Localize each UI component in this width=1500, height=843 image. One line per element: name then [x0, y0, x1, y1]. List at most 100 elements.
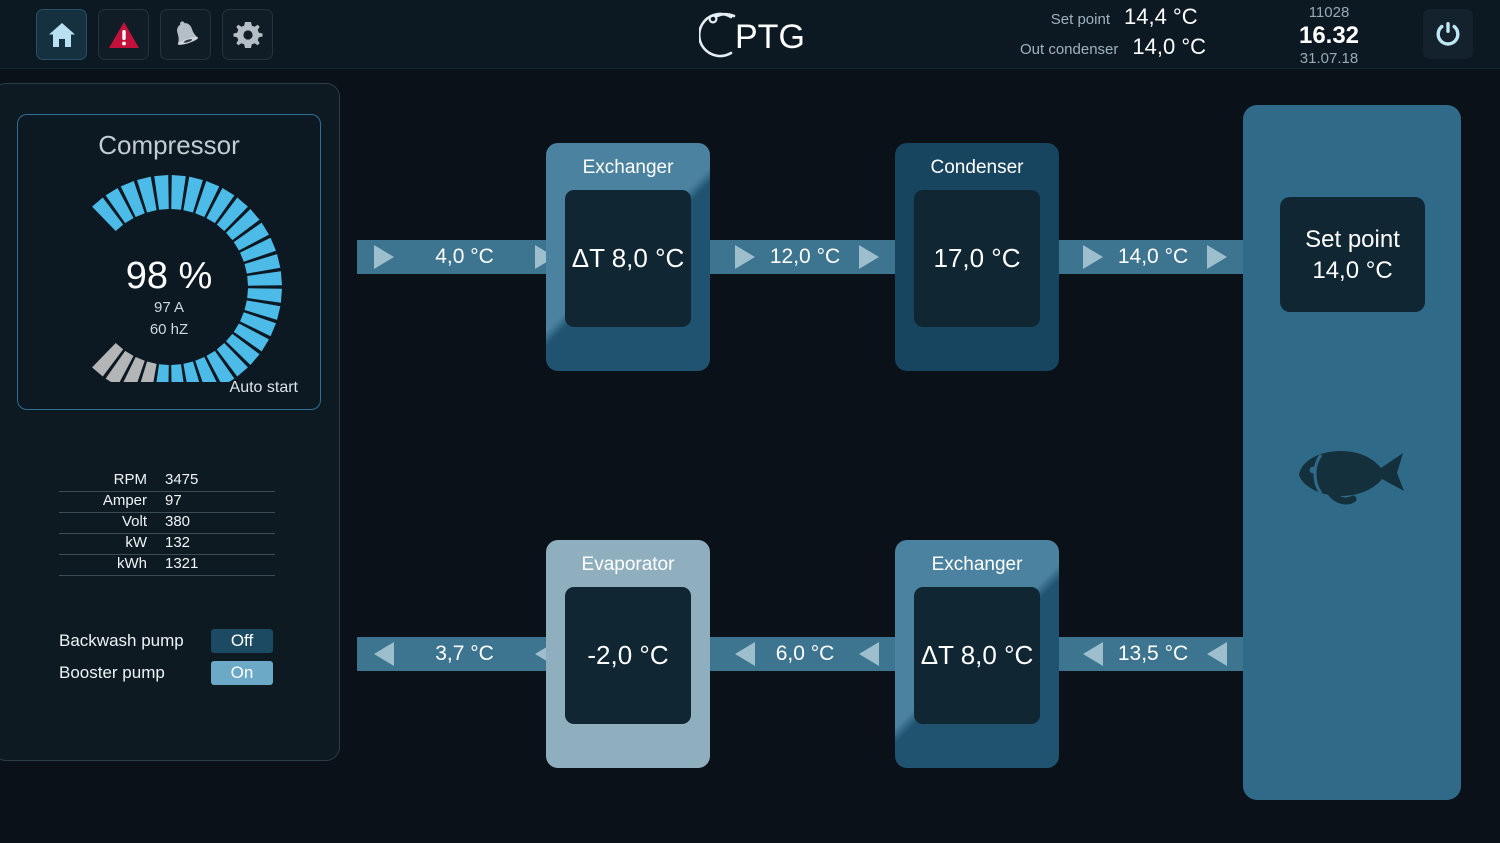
block-inner-readout: 17,0 °C — [914, 190, 1040, 327]
spec-key: kW — [125, 534, 147, 551]
reading-row: Set point 14,4 °C — [1020, 4, 1210, 34]
clock-date: 31.07.18 — [1299, 50, 1359, 67]
pipe-value: 3,7 °C — [435, 642, 494, 665]
pipe-value: 13,5 °C — [1117, 642, 1189, 665]
clock-display: 11028 16.32 31.07.18 — [1280, 3, 1378, 68]
block-exchanger-bottom[interactable]: Exchanger ΔT 8,0 °C — [895, 540, 1059, 768]
fish-icon — [1299, 451, 1404, 505]
spec-row: Amper 97 — [59, 492, 275, 513]
gauge-segment — [171, 364, 184, 382]
block-title: Condenser — [930, 157, 1024, 178]
svg-text:PTG: PTG — [735, 18, 805, 56]
flow-arrow-right-icon — [735, 245, 755, 269]
reading-row: Out condenser 14,0 °C — [1020, 34, 1210, 64]
home-icon — [48, 22, 75, 47]
block-title: Exchanger — [931, 554, 1023, 575]
gauge-segment — [154, 175, 169, 210]
power-icon — [1436, 22, 1460, 46]
clock-time: 16.32 — [1298, 22, 1360, 49]
pipe-value: 12,0 °C — [769, 245, 841, 268]
spec-value: 97 — [165, 492, 182, 509]
app-header: PTG Set point 14,4 °C Out condenser 14,0… — [0, 0, 1500, 69]
notifications-button[interactable] — [160, 9, 211, 60]
out-condenser-reading-value: 14,0 °C — [1132, 34, 1207, 59]
flow-arrow-right-icon — [1207, 245, 1227, 269]
run-hours-counter: 11028 — [1308, 4, 1350, 21]
spec-row: kWh 1321 — [59, 555, 275, 576]
block-title: Evaporator — [581, 554, 675, 575]
auto-start-label: Auto start — [229, 379, 298, 396]
compressor-sidebar: Compressor 98 % 97 A 60 hZ Auto start RP… — [0, 83, 340, 761]
pump-label: Backwash pump — [59, 631, 184, 650]
pump-row: Booster pump On — [59, 660, 289, 686]
spec-row: kW 132 — [59, 534, 275, 555]
pump-toggle[interactable]: On — [211, 661, 273, 685]
spec-key: kWh — [117, 555, 147, 572]
pump-label: Booster pump — [59, 663, 165, 682]
alarm-button[interactable] — [98, 9, 149, 60]
tank-setpoint-box[interactable]: Set point 14,0 °C — [1280, 197, 1425, 312]
spec-value: 380 — [165, 513, 191, 530]
pump-row: Backwash pump Off — [59, 628, 289, 654]
flow-arrow-left-icon — [374, 642, 394, 666]
pipe-top-1: 4,0 °C — [357, 240, 572, 274]
settings-button[interactable] — [222, 9, 273, 60]
gauge-amper: 97 A — [153, 299, 185, 316]
block-title: Exchanger — [582, 157, 674, 178]
pipe-value: 4,0 °C — [435, 245, 494, 268]
setpoint-reading-value: 14,4 °C — [1124, 4, 1198, 29]
pipe-top-3: 14,0 °C — [1053, 240, 1253, 274]
spec-value: 1321 — [165, 555, 199, 572]
header-icon-group — [36, 9, 273, 60]
pipe-value: 6,0 °C — [775, 642, 835, 665]
flow-arrow-right-icon — [1083, 245, 1103, 269]
flow-arrow-right-icon — [859, 245, 879, 269]
pipe-top-2: 12,0 °C — [705, 240, 905, 274]
flow-arrow-left-icon — [859, 642, 879, 666]
fish-tank[interactable]: Set point 14,0 °C — [1243, 105, 1461, 800]
flow-arrow-left-icon — [1083, 642, 1103, 666]
spec-key: RPM — [113, 471, 147, 488]
gauge-percent: 98 % — [125, 255, 213, 297]
pipe-bottom-2: 6,0 °C — [705, 637, 905, 671]
block-value: -2,0 °C — [587, 640, 669, 670]
pump-toggle[interactable]: Off — [211, 629, 273, 653]
power-button[interactable] — [1423, 9, 1473, 59]
spec-key: Volt — [121, 513, 147, 530]
block-value: ΔT 8,0 °C — [571, 243, 685, 273]
tank-setpoint-value: 14,0 °C — [1312, 256, 1393, 284]
compressor-gauge-card[interactable]: Compressor 98 % 97 A 60 hZ Auto start — [17, 114, 321, 410]
block-evaporator[interactable]: Evaporator -2,0 °C — [546, 540, 710, 768]
spec-row: RPM 3475 — [59, 471, 275, 492]
pump-controls: Backwash pump Off Booster pump On — [59, 628, 289, 692]
compressor-spec-table: RPM 3475 Amper 97 Volt 380 kW 132 kWh 1321 — [59, 471, 275, 576]
spec-value: 3475 — [165, 471, 199, 488]
gauge-segment — [171, 175, 186, 210]
flow-arrow-left-icon — [1207, 642, 1227, 666]
ptg-logo: PTG — [697, 8, 809, 62]
block-inner-readout: ΔT 8,0 °C — [565, 190, 691, 327]
gear-icon — [233, 21, 262, 48]
pipe-value: 14,0 °C — [1117, 245, 1189, 268]
setpoint-reading-label: Set point — [1050, 11, 1110, 28]
spec-row: Volt 380 — [59, 513, 275, 534]
gauge-segment — [156, 364, 169, 382]
gauge-frequency: 60 hZ — [149, 321, 189, 338]
block-condenser[interactable]: Condenser 17,0 °C — [895, 143, 1059, 371]
block-exchanger-top[interactable]: Exchanger ΔT 8,0 °C — [546, 143, 710, 371]
flow-arrow-left-icon — [735, 642, 755, 666]
block-inner-readout: ΔT 8,0 °C — [914, 587, 1040, 724]
home-button[interactable] — [36, 9, 87, 60]
pipe-bottom-3: 13,5 °C — [1053, 637, 1253, 671]
ptg-logo-icon: PTG — [697, 12, 805, 58]
alarm-warning-icon — [108, 21, 139, 48]
gauge-center-readout: 98 % 97 A 60 hZ — [18, 255, 320, 341]
spec-value: 132 — [165, 534, 191, 551]
block-inner-readout: -2,0 °C — [565, 587, 691, 724]
out-condenser-reading-label: Out condenser — [1020, 41, 1119, 58]
bell-icon — [176, 20, 198, 45]
pipe-bottom-1: 3,7 °C — [357, 637, 572, 671]
header-readings: Set point 14,4 °C Out condenser 14,0 °C — [1020, 4, 1210, 64]
spec-key: Amper — [102, 492, 147, 509]
gauge-title: Compressor — [98, 130, 240, 160]
